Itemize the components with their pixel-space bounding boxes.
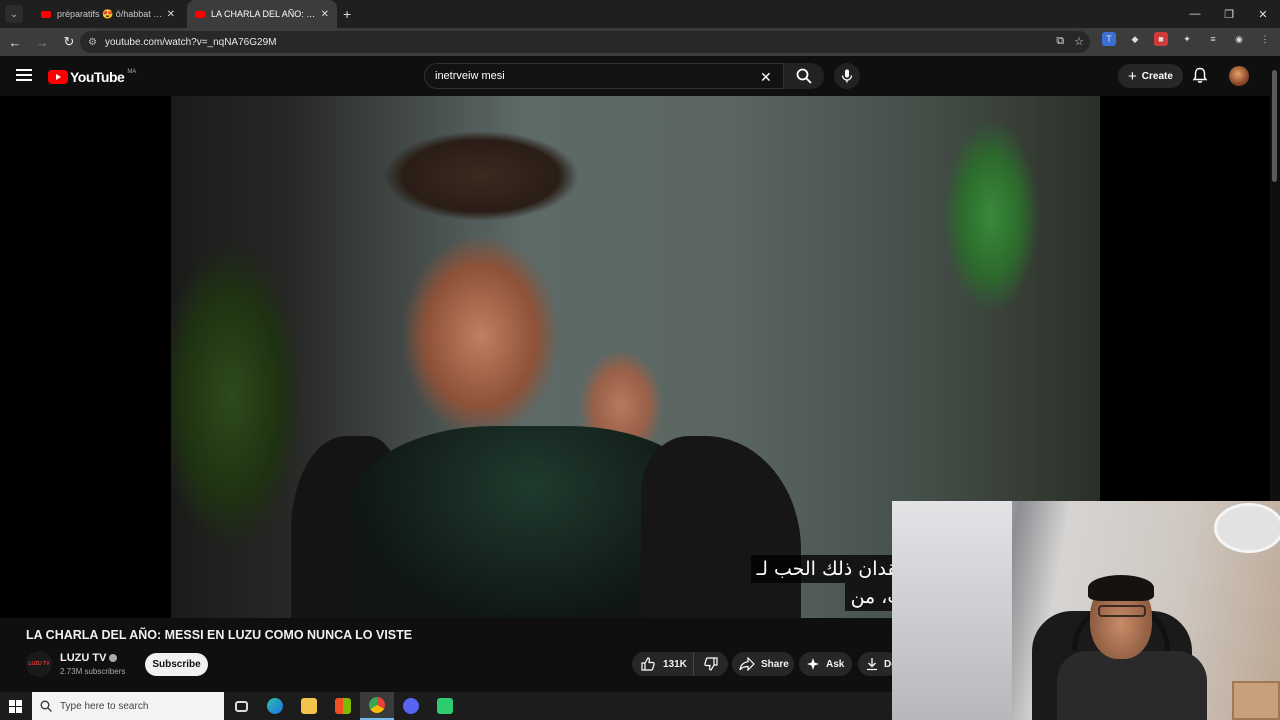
ask-button[interactable]: Ask	[799, 652, 852, 676]
clear-search-icon[interactable]: ✕	[760, 69, 772, 86]
address-bar[interactable]: ⚙ youtube.com/watch?v=_nqNA76G29M ⧉ ☆	[80, 31, 1090, 53]
webcam-picture-frame	[1232, 681, 1280, 720]
channel-name[interactable]: LUZU TV	[60, 652, 106, 664]
like-dislike-group: 131K	[632, 652, 728, 676]
translate-extension-icon[interactable]: T	[1102, 32, 1116, 46]
extension-diamond-icon[interactable]: ◆	[1128, 32, 1142, 46]
voice-search-button[interactable]	[834, 63, 860, 89]
search-input[interactable]: inetrveiw mesi	[424, 63, 784, 89]
channel-avatar[interactable]: LUZU TV	[26, 651, 52, 677]
channel-name-row[interactable]: LUZU TV	[60, 652, 118, 664]
share-button[interactable]: Share	[732, 652, 794, 676]
window-controls: — ❐ ✕	[1178, 0, 1280, 28]
webcam-overlay	[892, 501, 1280, 720]
microsoft-store-icon[interactable]	[326, 692, 360, 720]
like-count: 131K	[663, 658, 687, 670]
install-app-icon[interactable]: ⧉	[1056, 35, 1064, 48]
sparkle-icon	[807, 658, 819, 670]
new-tab-button[interactable]: +	[343, 6, 351, 22]
file-explorer-icon[interactable]	[292, 692, 326, 720]
country-code: MA	[127, 69, 137, 75]
extensions-puzzle-icon[interactable]: ✦	[1180, 32, 1194, 46]
download-icon	[867, 658, 877, 671]
extension-red-icon[interactable]: ■	[1154, 32, 1168, 46]
webcam-glasses	[1098, 605, 1146, 617]
webcam-person-body	[1057, 651, 1207, 720]
edge-browser-icon[interactable]	[258, 692, 292, 720]
notifications-bell-icon[interactable]	[1192, 67, 1208, 84]
close-window-icon[interactable]: ✕	[1246, 0, 1280, 28]
create-button[interactable]: + Create	[1118, 64, 1183, 88]
youtube-favicon-icon	[41, 10, 51, 18]
browser-menu-icon[interactable]: ⋮	[1258, 32, 1272, 46]
search-icon	[40, 700, 52, 712]
verified-badge-icon	[109, 654, 118, 663]
webcam-wall	[892, 501, 1012, 720]
scrollbar-thumb[interactable]	[1272, 70, 1277, 182]
dislike-button[interactable]	[694, 652, 728, 676]
browser-tab-1[interactable]: préparatifs 😍 ô/habbat abdel ✕	[33, 0, 183, 28]
url-text: youtube.com/watch?v=_nqNA76G29M	[104, 36, 277, 48]
extensions-area: T ◆ ■ ✦ ≡ ◉ ⋮	[1102, 32, 1272, 46]
guide-menu-icon[interactable]	[16, 69, 32, 81]
subscribe-button[interactable]: Subscribe	[145, 653, 208, 676]
search-icon	[796, 68, 812, 84]
back-icon[interactable]: ←	[3, 30, 27, 54]
taskbar-search-placeholder: Type here to search	[60, 700, 149, 712]
like-button[interactable]: 131K	[632, 652, 694, 676]
youtube-play-logo-icon	[48, 70, 68, 84]
bookmark-star-icon[interactable]: ☆	[1074, 35, 1084, 48]
close-tab-icon[interactable]: ✕	[321, 9, 329, 20]
app-green-icon[interactable]	[428, 692, 462, 720]
create-label: Create	[1141, 70, 1173, 82]
site-info-icon[interactable]: ⚙	[88, 37, 97, 48]
thumbs-up-icon	[641, 657, 655, 671]
search-button[interactable]	[784, 63, 824, 89]
tab-search-button[interactable]: ⌄	[5, 5, 23, 23]
reload-icon[interactable]: ↻	[57, 30, 81, 54]
share-label: Share	[761, 658, 789, 670]
minimize-icon[interactable]: —	[1178, 0, 1212, 28]
video-title: LA CHARLA DEL AÑO: MESSI EN LUZU COMO NU…	[26, 628, 413, 642]
media-control-icon[interactable]: ≡	[1206, 32, 1220, 46]
youtube-masthead: YouTube MA inetrveiw mesi ✕ + Create	[0, 56, 1280, 96]
task-view-icon[interactable]	[224, 692, 258, 720]
subscriber-count: 2.73M subscribers	[60, 667, 126, 676]
windows-logo-icon	[8, 699, 22, 713]
ask-label: Ask	[826, 658, 845, 670]
windows-taskbar: Type here to search	[0, 692, 892, 720]
webcam-ceiling-rosette	[1214, 503, 1280, 553]
discord-icon[interactable]	[394, 692, 428, 720]
chrome-icon[interactable]	[360, 692, 394, 720]
share-arrow-icon	[739, 657, 755, 671]
microphone-icon	[841, 69, 853, 83]
close-tab-icon[interactable]: ✕	[167, 9, 175, 20]
taskbar-search-box[interactable]: Type here to search	[32, 692, 224, 720]
restore-icon[interactable]: ❐	[1212, 0, 1246, 28]
forward-icon[interactable]: →	[30, 30, 54, 54]
youtube-logo[interactable]: YouTube MA	[48, 69, 136, 85]
account-avatar[interactable]	[1229, 66, 1249, 86]
plus-icon: +	[1128, 67, 1137, 85]
thumbs-down-icon	[704, 657, 718, 671]
browser-tab-strip: ⌄ préparatifs 😍 ô/habbat abdel ✕ LA CHAR…	[0, 0, 1280, 28]
tab-title: préparatifs 😍 ô/habbat abdel	[57, 8, 163, 19]
webcam-person-hair	[1088, 575, 1154, 601]
youtube-favicon-icon	[195, 10, 205, 18]
tab-title: LA CHARLA DEL AÑO: MESSI EN	[211, 9, 317, 19]
browser-tab-2-active[interactable]: LA CHARLA DEL AÑO: MESSI EN ✕	[187, 0, 337, 28]
browser-toolbar: ← → ↻ ⚙ youtube.com/watch?v=_nqNA76G29M …	[0, 28, 1280, 56]
start-button[interactable]	[0, 692, 30, 720]
youtube-wordmark: YouTube	[70, 69, 125, 85]
profile-icon[interactable]: ◉	[1232, 32, 1246, 46]
